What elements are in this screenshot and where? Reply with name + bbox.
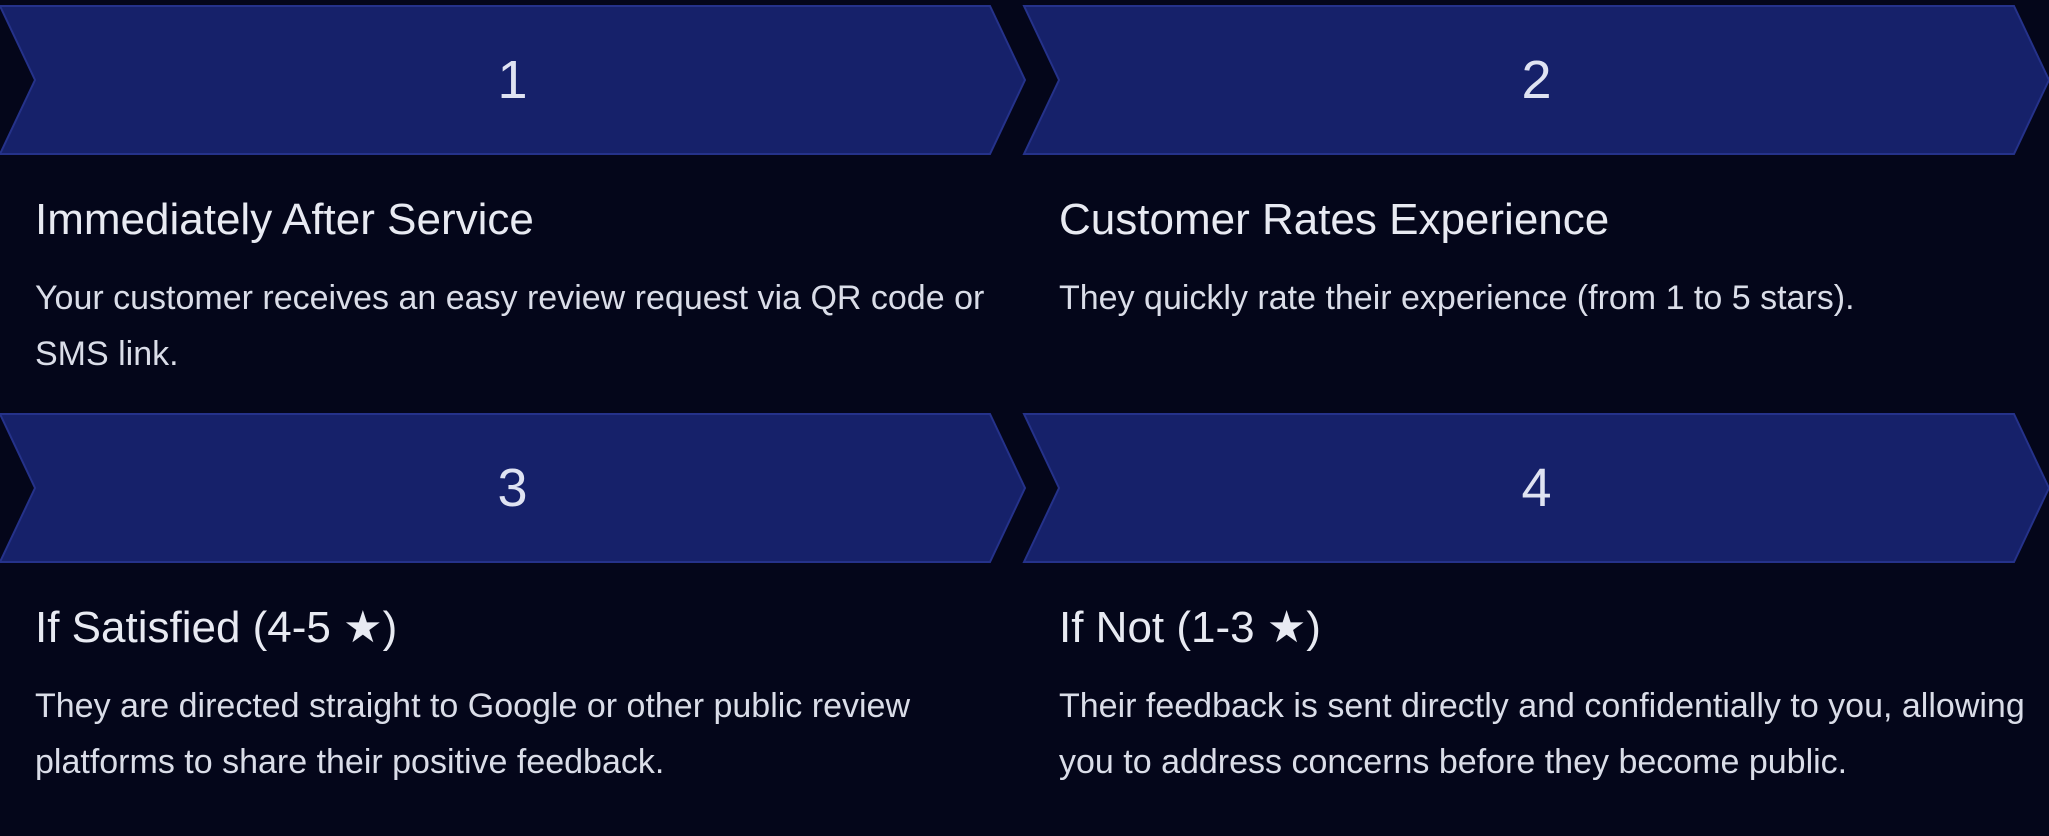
step-3-chevron: 3 (0, 413, 1027, 563)
step-2-description: They quickly rate their experience (from… (1059, 279, 1855, 317)
step-3-number: 3 (497, 458, 528, 518)
step-2-number: 2 (1521, 50, 1552, 110)
step-1-number: 1 (497, 50, 528, 110)
step-1-title: Immediately After Service (35, 195, 534, 244)
step-4-title: If Not (1-3 ★) (1059, 603, 1321, 652)
step-3-description: They are directed straight to Google or … (35, 687, 911, 781)
step-1-description: Your customer receives an easy review re… (35, 279, 985, 373)
step-4-chevron: 4 (1022, 413, 2049, 563)
step-2-chevron: 2 (1022, 5, 2049, 155)
step-2-title: Customer Rates Experience (1059, 195, 1610, 244)
step-3-title: If Satisfied (4-5 ★) (35, 603, 398, 652)
step-4-number: 4 (1521, 458, 1552, 518)
process-diagram: 1 Immediately After Service Your custome… (0, 0, 2049, 836)
step-1-chevron: 1 (0, 5, 1027, 155)
step-4-description: Their feedback is sent directly and conf… (1059, 687, 2025, 781)
